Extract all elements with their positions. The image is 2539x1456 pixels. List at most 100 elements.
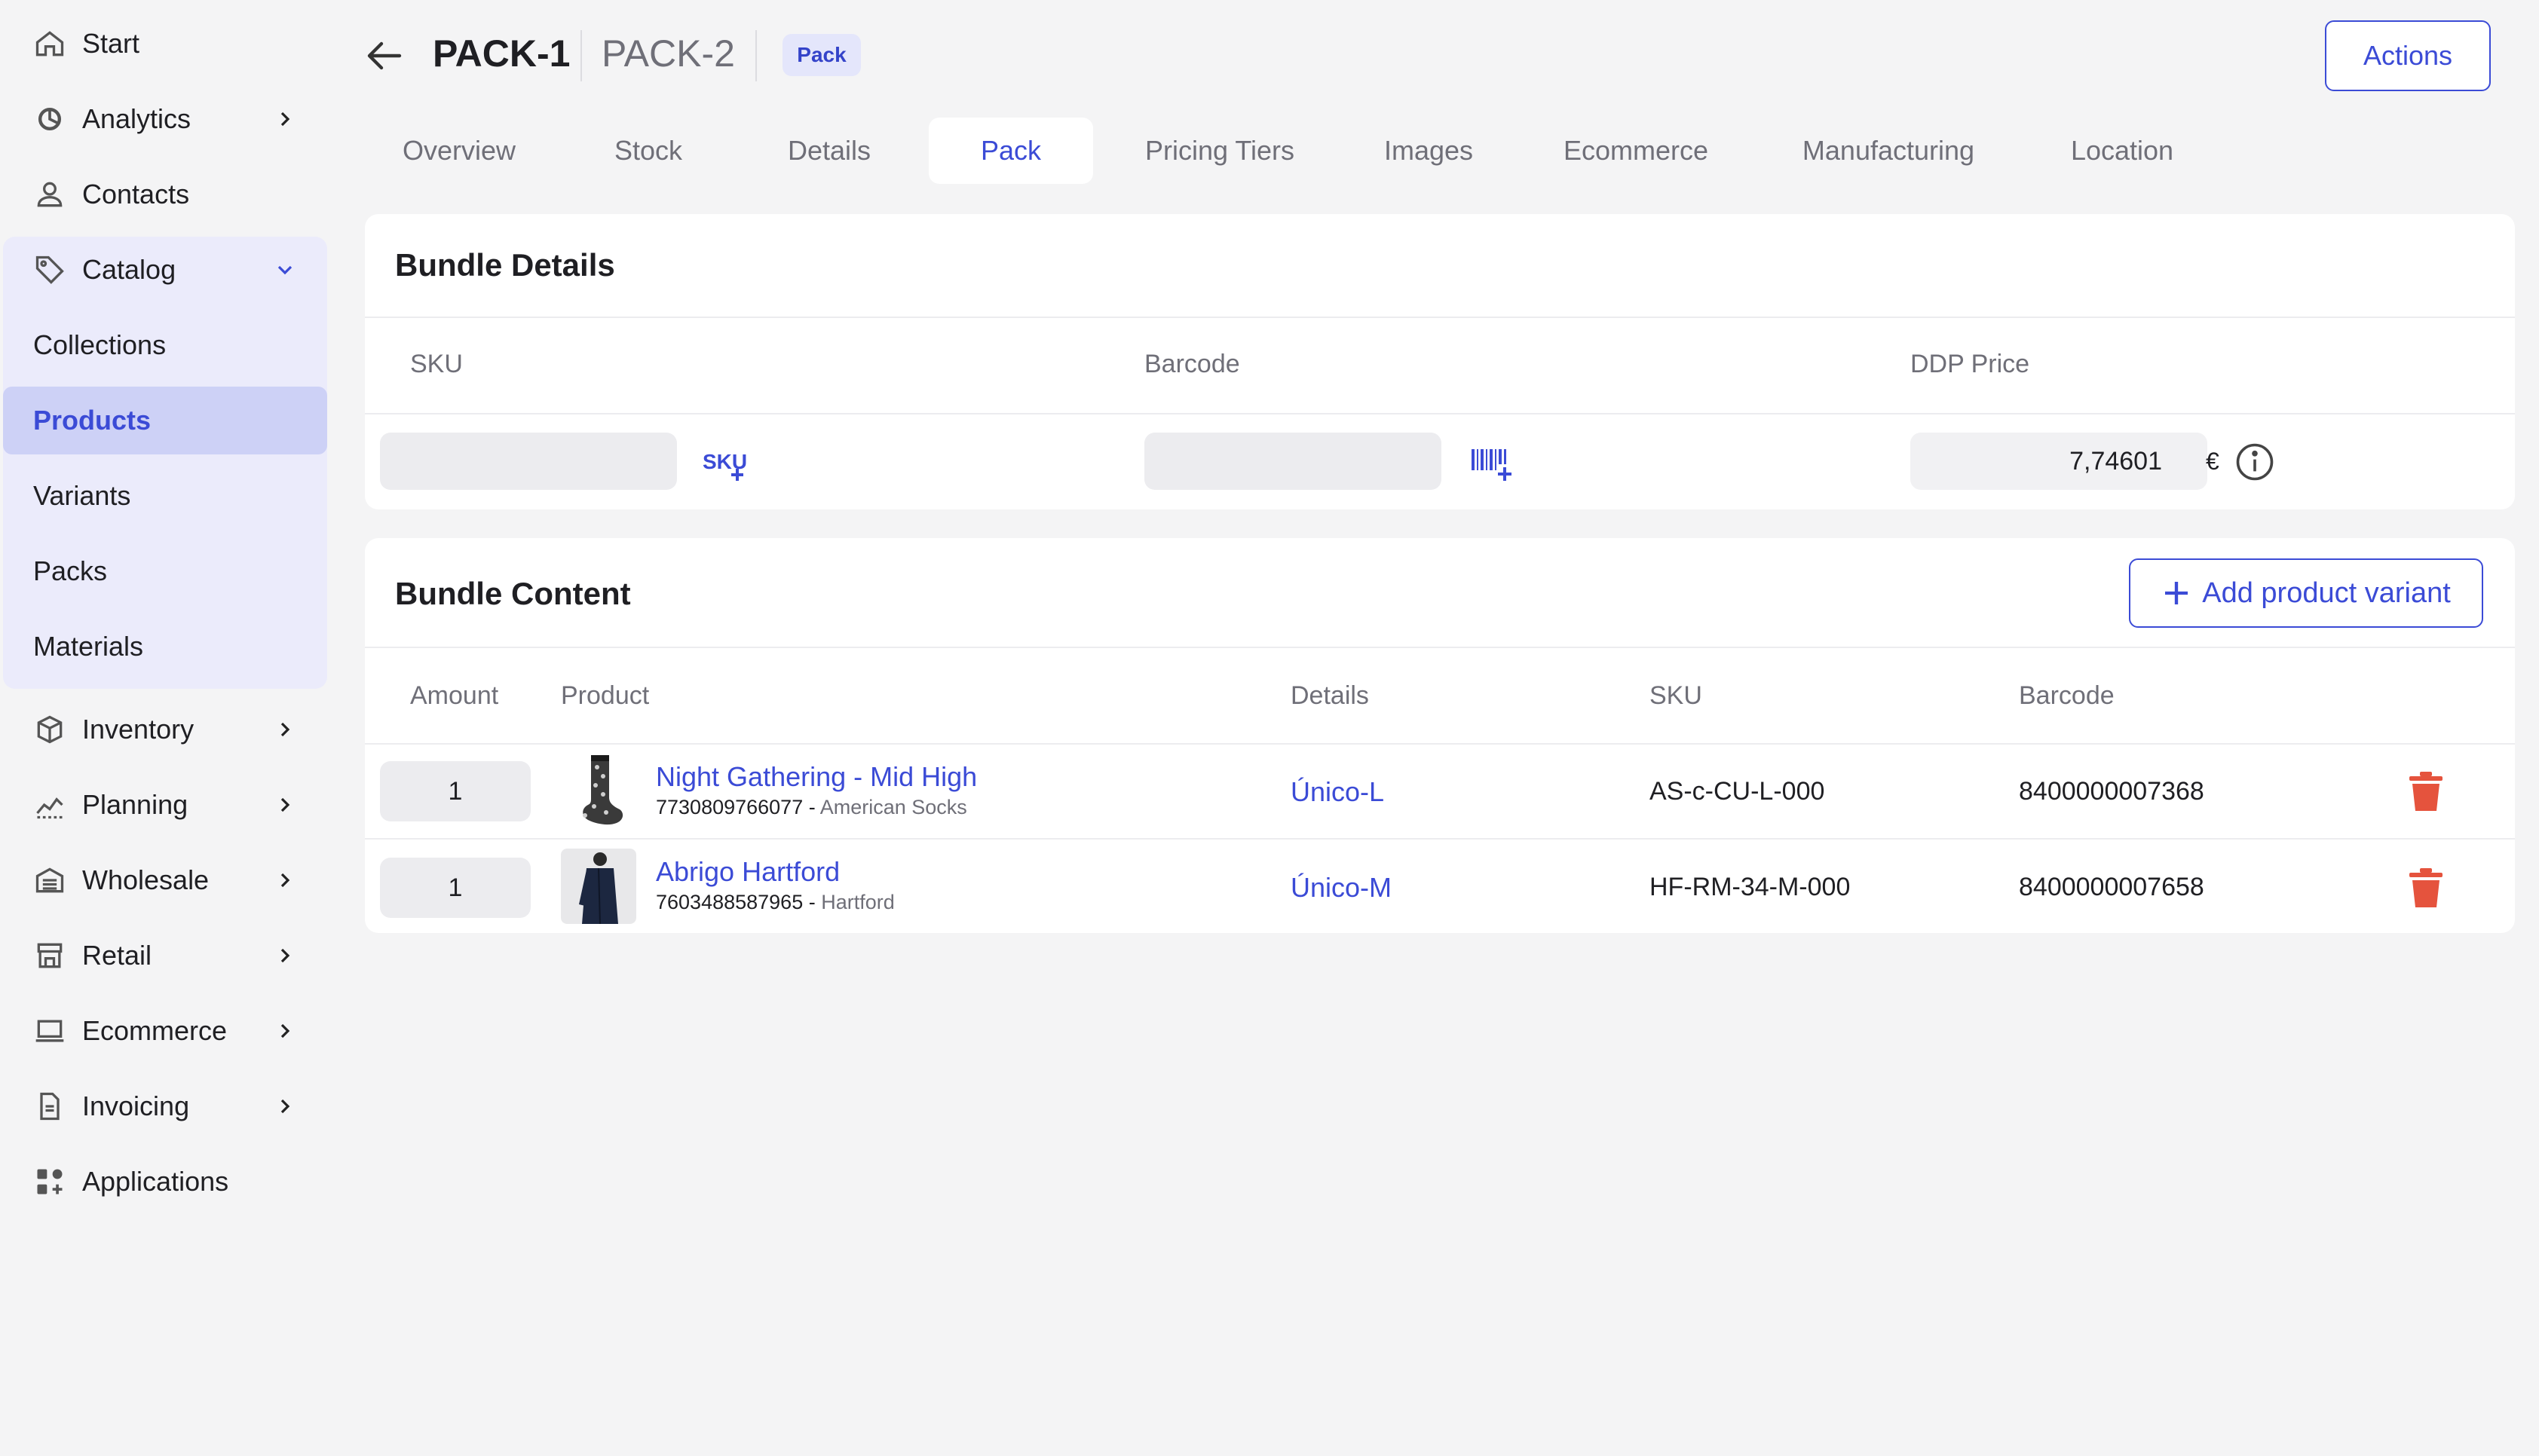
product-thumbnail[interactable] [561, 849, 636, 924]
title-separator [755, 30, 757, 81]
divider [365, 413, 2515, 414]
nav-variants[interactable]: Variants [3, 462, 327, 530]
ddp-price-input[interactable]: 7,74601 [1910, 433, 2207, 490]
page-subtitle: PACK-2 [602, 32, 735, 75]
nav-collections[interactable]: Collections [3, 311, 327, 379]
tab-stock[interactable]: Stock [580, 118, 716, 184]
nav-applications-label: Applications [82, 1166, 229, 1197]
tab-details[interactable]: Details [761, 118, 897, 184]
variant-barcode: 8400000007658 [2019, 873, 2204, 901]
trash-icon[interactable] [2409, 868, 2443, 907]
nav-ecommerce-label: Ecommerce [82, 1015, 228, 1046]
nav-wholesale[interactable]: Wholesale [3, 846, 327, 914]
product-column-header: Product [561, 681, 650, 710]
amount-input[interactable]: 1 [380, 858, 531, 918]
nav-inventory[interactable]: Inventory [3, 696, 327, 763]
product-name-link[interactable]: Night Gathering - Mid High [656, 761, 977, 793]
nav-catalog-label: Catalog [82, 254, 176, 285]
tab-images[interactable]: Images [1357, 118, 1500, 184]
generate-sku-icon[interactable]: SKU [703, 446, 749, 482]
nav-invoicing-label: Invoicing [82, 1090, 190, 1121]
nav-analytics[interactable]: Analytics [3, 85, 327, 153]
sku-input[interactable] [380, 433, 677, 490]
info-icon[interactable] [2234, 442, 2275, 482]
tab-ecommerce[interactable]: Ecommerce [1538, 118, 1734, 184]
amount-input[interactable]: 1 [380, 761, 531, 821]
price-column-header: DDP Price [1910, 350, 2030, 378]
nav-materials-label: Materials [33, 631, 144, 662]
page-title: PACK-1 [433, 32, 571, 75]
svg-text:SKU: SKU [703, 450, 747, 473]
warehouse-icon [35, 867, 64, 893]
nav-products-label: Products [33, 405, 152, 436]
currency-label: € [2206, 448, 2219, 475]
product-code: 7730809766077 [656, 796, 804, 818]
actions-button[interactable]: Actions [2325, 20, 2491, 91]
nav-variants-label: Variants [33, 480, 131, 511]
variant-details-link[interactable]: Único-L [1291, 776, 1384, 808]
nav-catalog[interactable]: Catalog [3, 236, 327, 304]
tab-overview[interactable]: Overview [377, 118, 541, 184]
barcode-column-header: Barcode [1144, 350, 1240, 378]
tab-pack[interactable]: Pack [929, 118, 1093, 184]
tag-icon [35, 255, 64, 284]
nav-ecommerce[interactable]: Ecommerce [3, 997, 327, 1065]
nav-retail[interactable]: Retail [3, 922, 327, 990]
nav-collections-label: Collections [33, 329, 167, 360]
chevron-right-icon [280, 1023, 290, 1038]
product-thumbnail[interactable] [561, 752, 636, 827]
nav-products[interactable]: Products [3, 387, 327, 454]
generate-barcode-icon[interactable] [1470, 446, 1515, 482]
nav-applications[interactable]: Applications [3, 1148, 327, 1216]
divider [365, 647, 2515, 648]
laptop-icon [35, 1020, 64, 1042]
nav-planning[interactable]: Planning [3, 771, 327, 839]
analytics-icon [38, 107, 62, 131]
user-icon [37, 182, 63, 207]
nav-start-label: Start [82, 28, 140, 59]
nav-invoicing[interactable]: Invoicing [3, 1072, 327, 1140]
nav-wholesale-label: Wholesale [82, 864, 210, 895]
product-brand: American Socks [819, 796, 967, 818]
product-name-link[interactable]: Abrigo Hartford [656, 856, 840, 888]
nav-inventory-label: Inventory [82, 714, 194, 745]
trash-icon[interactable] [2409, 772, 2443, 811]
back-arrow-icon[interactable] [365, 38, 404, 74]
add-product-variant-label: Add product variant [2202, 577, 2451, 609]
sku-column-header: SKU [1649, 681, 1702, 710]
plus-icon [2165, 582, 2188, 604]
nav-packs[interactable]: Packs [3, 537, 327, 605]
chevron-right-icon [280, 948, 290, 963]
nav-retail-label: Retail [82, 940, 152, 971]
variant-sku: AS-c-CU-L-000 [1649, 777, 1825, 806]
document-icon [40, 1092, 60, 1121]
nav-contacts-label: Contacts [82, 179, 190, 210]
add-product-variant-button[interactable]: Add product variant [2129, 558, 2483, 628]
tab-pricing-tiers[interactable]: Pricing Tiers [1129, 118, 1310, 184]
amount-column-header: Amount [410, 681, 499, 710]
barcode-input[interactable] [1144, 433, 1441, 490]
chart-line-icon [36, 797, 63, 819]
product-meta: 7603488587965 - Hartford [656, 891, 895, 913]
tab-manufacturing[interactable]: Manufacturing [1779, 118, 1998, 184]
nav-materials[interactable]: Materials [3, 613, 327, 681]
product-meta: 7730809766077 - American Socks [656, 796, 967, 818]
sku-column-header: SKU [410, 350, 463, 378]
box-icon [37, 715, 63, 744]
product-code: 7603488587965 [656, 891, 804, 913]
chevron-right-icon [280, 722, 290, 737]
bundle-details-title: Bundle Details [395, 247, 615, 283]
type-badge: Pack [783, 34, 861, 76]
nav-contacts[interactable]: Contacts [3, 161, 327, 228]
title-separator [580, 30, 582, 81]
tab-location[interactable]: Location [2043, 118, 2201, 184]
barcode-column-header: Barcode [2019, 681, 2115, 710]
divider [365, 743, 2515, 745]
sidebar: Start Analytics Contacts Catalog Collect… [0, 0, 341, 1456]
home-icon [35, 31, 64, 57]
nav-planning-label: Planning [82, 789, 188, 820]
product-brand: Hartford [821, 891, 895, 913]
nav-start[interactable]: Start [3, 10, 327, 78]
divider [365, 838, 2515, 840]
variant-details-link[interactable]: Único-M [1291, 872, 1392, 904]
